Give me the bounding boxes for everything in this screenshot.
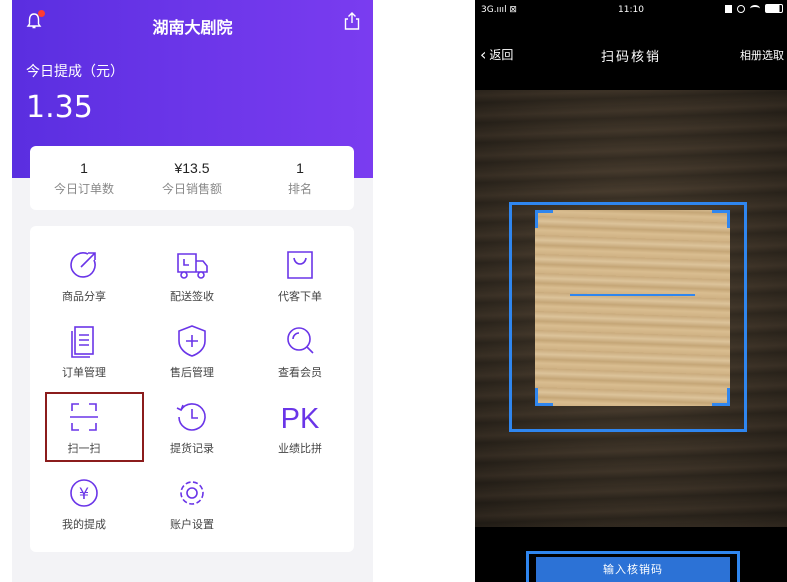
shield-plus-icon (178, 325, 206, 357)
menu-item-label: 配送签收 (170, 290, 214, 303)
menu-item-pickup-records[interactable]: 提货记录 (138, 398, 246, 470)
earnings-amount: 1.35 (26, 90, 93, 125)
stat-rank[interactable]: 1 排名 (246, 146, 354, 210)
screenshot-canvas: 湖南大剧院 今日提成（元） 1.35 1 今日订单数 ¥13.5 今日销售额 1… (0, 0, 787, 582)
yuan-icon: ¥ (70, 479, 98, 507)
menu-item-my-commission[interactable]: ¥ 我的提成 (30, 474, 138, 546)
scan-line (570, 294, 695, 296)
menu-item-label: 业绩比拼 (278, 442, 322, 455)
pk-icon: PK (281, 403, 320, 435)
menu-item-order-management[interactable]: 订单管理 (30, 322, 138, 394)
stat-orders[interactable]: 1 今日订单数 (30, 146, 138, 210)
scan-corner (712, 210, 730, 228)
stat-value: 1 (296, 160, 304, 176)
album-select-button[interactable]: 相册选取 (740, 47, 784, 63)
scan-highlight-box (45, 392, 144, 462)
menu-item-after-sales[interactable]: 售后管理 (138, 322, 246, 394)
stat-value: ¥13.5 (174, 160, 210, 176)
menu-item-delivery[interactable]: 配送签收 (138, 246, 246, 318)
menu-item-performance-pk[interactable]: PK 业绩比拼 (246, 398, 354, 470)
menu-item-label: 售后管理 (170, 366, 214, 379)
page-title: 湖南大剧院 (152, 18, 233, 37)
gear-icon (180, 481, 204, 505)
share-arrow-icon (70, 252, 96, 278)
sales-dashboard-screen: 湖南大剧院 今日提成（元） 1.35 1 今日订单数 ¥13.5 今日销售额 1… (12, 0, 373, 582)
battery-icon (765, 4, 783, 13)
stat-label: 今日销售额 (161, 182, 222, 196)
share-icon[interactable] (343, 11, 361, 31)
scan-corner (712, 388, 730, 406)
stat-value: 1 (80, 160, 88, 176)
enter-code-button[interactable]: 输入核销码 (536, 557, 730, 582)
menu-item-label: 提货记录 (170, 442, 214, 455)
history-clock-icon (176, 403, 206, 431)
scan-verify-screen: 3G.ıııl ⊠ 11:10 ‹ 返回 扫码核销 相册选取 输入核销码 (475, 0, 787, 582)
menu-item-account-settings[interactable]: 账户设置 (138, 474, 246, 546)
function-grid: 商品分享 配送签收 代客下单 订单管理 售后管理 查看会员 扫一扫 提货记录 P… (30, 226, 354, 552)
menu-item-label: 账户设置 (170, 518, 214, 531)
camera-viewfinder (475, 90, 787, 527)
svg-text:PK: PK (281, 403, 320, 435)
menu-item-view-members[interactable]: 查看会员 (246, 322, 354, 394)
menu-item-proxy-order[interactable]: 代客下单 (246, 246, 354, 318)
shopping-bag-icon (287, 251, 313, 279)
menu-item-label: 商品分享 (62, 290, 106, 303)
notification-icon (725, 4, 732, 13)
search-member-icon (287, 327, 314, 354)
order-list-icon (71, 326, 94, 358)
status-icons (725, 4, 783, 13)
alarm-icon (737, 4, 745, 13)
menu-item-label: 订单管理 (62, 366, 106, 379)
menu-item-label: 我的提成 (62, 518, 106, 531)
earnings-label: 今日提成（元） (26, 64, 124, 80)
menu-item-label: 代客下单 (278, 290, 322, 303)
stat-sales[interactable]: ¥13.5 今日销售额 (138, 146, 246, 210)
nav-bar: ‹ 返回 扫码核销 相册选取 (475, 38, 787, 68)
menu-item-label: 查看会员 (278, 366, 322, 379)
scan-corner (535, 210, 553, 228)
truck-icon (177, 253, 208, 279)
svg-text:¥: ¥ (79, 484, 89, 503)
menu-item-product-share[interactable]: 商品分享 (30, 246, 138, 318)
stat-label: 排名 (287, 182, 312, 196)
stats-card: 1 今日订单数 ¥13.5 今日销售额 1 排名 (30, 146, 354, 210)
status-bar: 3G.ıııl ⊠ 11:10 (475, 0, 787, 22)
wifi-icon (750, 5, 760, 12)
stat-label: 今日订单数 (53, 182, 114, 196)
scan-corner (535, 388, 553, 406)
